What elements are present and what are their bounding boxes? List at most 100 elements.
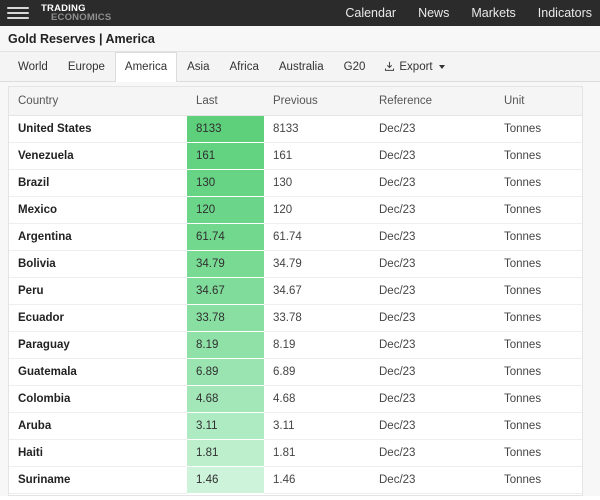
cell-previous: 33.78 — [264, 304, 370, 331]
cell-reference: Dec/23 — [370, 223, 495, 250]
cell-previous: 1.46 — [264, 466, 370, 493]
cell-country[interactable]: Aruba — [9, 412, 187, 439]
table-row[interactable]: Guatemala6.896.89Dec/23Tonnes — [9, 358, 582, 385]
cell-previous: 34.79 — [264, 250, 370, 277]
tab-g20[interactable]: G20 — [334, 52, 376, 81]
cell-previous: 8.19 — [264, 331, 370, 358]
cell-country[interactable]: Guatemala — [9, 358, 187, 385]
cell-unit: Tonnes — [495, 385, 582, 412]
cell-last: 3.11 — [187, 412, 264, 439]
cell-last: 1.46 — [187, 466, 264, 493]
export-button[interactable]: Export — [375, 52, 453, 81]
cell-country[interactable]: Colombia — [9, 385, 187, 412]
trading-economics-logo[interactable]: TRADING ECONOMICS — [41, 3, 111, 23]
hamburger-line — [7, 7, 29, 9]
page-title: Gold Reserves | America — [8, 32, 155, 46]
main-nav-links: Calendar News Markets Indicators — [345, 0, 592, 26]
cell-last: 120 — [187, 196, 264, 223]
hamburger-menu-icon[interactable] — [7, 7, 29, 19]
cell-last: 34.79 — [187, 250, 264, 277]
tab-america[interactable]: America — [115, 52, 177, 82]
gold-reserves-table-container: Country Last Previous Reference Unit Uni… — [8, 86, 583, 496]
column-header-previous[interactable]: Previous — [264, 87, 370, 115]
table-row[interactable]: Paraguay8.198.19Dec/23Tonnes — [9, 331, 582, 358]
hamburger-line — [7, 17, 29, 19]
cell-reference: Dec/23 — [370, 439, 495, 466]
tab-asia[interactable]: Asia — [177, 52, 219, 81]
cell-previous: 6.89 — [264, 358, 370, 385]
cell-unit: Tonnes — [495, 358, 582, 385]
cell-unit: Tonnes — [495, 466, 582, 493]
cell-country[interactable]: Bolivia — [9, 250, 187, 277]
cell-reference: Dec/23 — [370, 304, 495, 331]
tab-world[interactable]: World — [8, 52, 58, 81]
table-row[interactable]: Ecuador33.7833.78Dec/23Tonnes — [9, 304, 582, 331]
table-row[interactable]: Brazil130130Dec/23Tonnes — [9, 169, 582, 196]
cell-unit: Tonnes — [495, 304, 582, 331]
cell-previous: 4.68 — [264, 385, 370, 412]
cell-reference: Dec/23 — [370, 250, 495, 277]
cell-previous: 3.11 — [264, 412, 370, 439]
table-row[interactable]: Argentina61.7461.74Dec/23Tonnes — [9, 223, 582, 250]
table-row[interactable]: United States81338133Dec/23Tonnes — [9, 115, 582, 142]
cell-unit: Tonnes — [495, 115, 582, 142]
export-label: Export — [399, 61, 432, 73]
table-row[interactable]: Venezuela161161Dec/23Tonnes — [9, 142, 582, 169]
cell-unit: Tonnes — [495, 331, 582, 358]
table-row[interactable]: Colombia4.684.68Dec/23Tonnes — [9, 385, 582, 412]
table-header: Country Last Previous Reference Unit — [9, 87, 582, 115]
tab-australia[interactable]: Australia — [269, 52, 334, 81]
column-header-unit[interactable]: Unit — [495, 87, 582, 115]
cell-reference: Dec/23 — [370, 358, 495, 385]
tab-africa[interactable]: Africa — [219, 52, 268, 81]
nav-link-calendar[interactable]: Calendar — [345, 6, 396, 20]
cell-last: 130 — [187, 169, 264, 196]
cell-reference: Dec/23 — [370, 277, 495, 304]
cell-last: 161 — [187, 142, 264, 169]
content-area: Country Last Previous Reference Unit Uni… — [0, 82, 600, 496]
table-row[interactable]: Suriname1.461.46Dec/23Tonnes — [9, 466, 582, 493]
table-row[interactable]: Mexico120120Dec/23Tonnes — [9, 196, 582, 223]
cell-previous: 1.81 — [264, 439, 370, 466]
column-header-reference[interactable]: Reference — [370, 87, 495, 115]
cell-reference: Dec/23 — [370, 331, 495, 358]
column-header-last[interactable]: Last — [187, 87, 264, 115]
cell-country[interactable]: Brazil — [9, 169, 187, 196]
cell-country[interactable]: Haiti — [9, 439, 187, 466]
table-row[interactable]: Haiti1.811.81Dec/23Tonnes — [9, 439, 582, 466]
cell-previous: 8133 — [264, 115, 370, 142]
logo-line-economics: ECONOMICS — [51, 13, 111, 23]
nav-link-markets[interactable]: Markets — [471, 6, 515, 20]
cell-last: 33.78 — [187, 304, 264, 331]
table-row[interactable]: Aruba3.113.11Dec/23Tonnes — [9, 412, 582, 439]
page-title-bar: Gold Reserves | America — [0, 26, 600, 52]
cell-unit: Tonnes — [495, 439, 582, 466]
cell-last: 61.74 — [187, 223, 264, 250]
cell-last: 4.68 — [187, 385, 264, 412]
nav-link-indicators[interactable]: Indicators — [538, 6, 592, 20]
cell-country[interactable]: Suriname — [9, 466, 187, 493]
table-body: United States81338133Dec/23TonnesVenezue… — [9, 115, 582, 493]
cell-last: 6.89 — [187, 358, 264, 385]
cell-last: 8133 — [187, 115, 264, 142]
table-row[interactable]: Bolivia34.7934.79Dec/23Tonnes — [9, 250, 582, 277]
cell-country[interactable]: United States — [9, 115, 187, 142]
cell-unit: Tonnes — [495, 277, 582, 304]
cell-country[interactable]: Paraguay — [9, 331, 187, 358]
column-header-country[interactable]: Country — [9, 87, 187, 115]
cell-country[interactable]: Ecuador — [9, 304, 187, 331]
table-row[interactable]: Peru34.6734.67Dec/23Tonnes — [9, 277, 582, 304]
cell-country[interactable]: Peru — [9, 277, 187, 304]
table-header-row: Country Last Previous Reference Unit — [9, 87, 582, 115]
cell-unit: Tonnes — [495, 142, 582, 169]
region-tab-strip: World Europe America Asia Africa Austral… — [0, 52, 600, 82]
chevron-down-icon — [439, 65, 445, 69]
nav-link-news[interactable]: News — [418, 6, 449, 20]
cell-country[interactable]: Venezuela — [9, 142, 187, 169]
cell-last: 34.67 — [187, 277, 264, 304]
cell-country[interactable]: Argentina — [9, 223, 187, 250]
cell-reference: Dec/23 — [370, 115, 495, 142]
cell-country[interactable]: Mexico — [9, 196, 187, 223]
tab-europe[interactable]: Europe — [58, 52, 115, 81]
download-icon — [384, 61, 395, 72]
